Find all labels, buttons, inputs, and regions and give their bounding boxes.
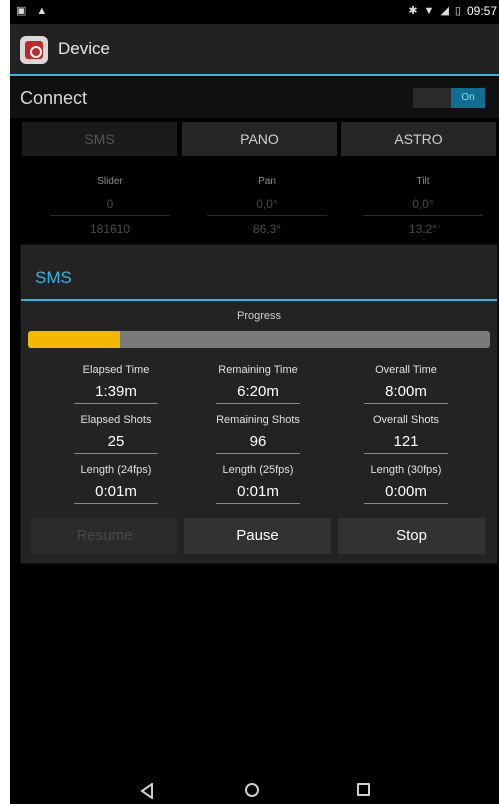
axis-value[interactable]: 0,0° [207,197,327,216]
stat-value: 0:01m [216,483,300,504]
axis-value-secondary: 86,3° [252,222,282,236]
mode-tabs: SMS PANO ASTRO [10,122,499,158]
connect-row: Connect On [10,78,499,118]
axis-pan: Pan 0,0° 86,3° [207,176,327,236]
action-bar: Device [10,24,499,76]
stat-remaining-shots: Remaining Shots 96 [183,414,333,454]
axis-name: Pan [258,176,276,187]
stat-value: 0:01m [74,483,158,504]
stat-label: Length (30fps) [370,464,442,476]
stat-length-30fps: Length (30fps) 0:00m [331,464,481,504]
action-bar-title: Device [58,39,110,58]
device-screen: ▣ ▲ ✱ ▼ ◢ ▯ 09:57 Device Connect On SMS … [10,0,499,804]
stat-elapsed-shots: Elapsed Shots 25 [41,414,191,454]
stat-value: 121 [364,433,448,454]
status-bar: ▣ ▲ ✱ ▼ ◢ ▯ 09:57 [10,0,499,24]
axis-readouts: Slider 0 181610 Pan 0,0° 86,3° Tilt 0,0°… [10,176,499,246]
app-logo-icon[interactable] [20,36,48,64]
stat-value: 0:00m [364,483,448,504]
stat-length-25fps: Length (25fps) 0:01m [183,464,333,504]
dialog-title: SMS [35,268,72,287]
tab-astro[interactable]: ASTRO [341,122,496,156]
stop-button[interactable]: Stop [338,518,485,554]
axis-value[interactable]: 0,0° [363,197,483,216]
home-icon[interactable] [245,783,259,797]
axis-name: Slider [97,176,123,187]
stat-overall-time: Overall Time 8:00m [331,364,481,404]
resume-button[interactable]: Resume [31,518,178,554]
battery-icon: ▯ [454,5,461,17]
stat-label: Elapsed Shots [80,414,152,426]
stat-label: Remaining Shots [216,414,300,426]
stat-overall-shots: Overall Shots 121 [331,414,481,454]
recents-icon[interactable] [357,783,370,796]
screenshot-icon: ▣ [16,5,27,17]
tab-sms[interactable]: SMS [22,122,177,156]
stat-label: Remaining Time [218,364,298,376]
stat-label: Length (24fps) [80,464,152,476]
wifi-icon: ▼ [423,5,435,17]
axis-value-secondary: 181610 [89,222,131,236]
dialog-header: SMS [21,245,497,301]
stat-remaining-time: Remaining Time 6:20m [183,364,333,404]
stat-value: 96 [216,433,300,454]
sms-progress-dialog: SMS Progress Elapsed Time 1:39m Remainin… [21,245,497,563]
axis-name: Tilt [416,176,430,187]
progress-bar [28,331,490,348]
connect-label: Connect [20,88,88,108]
status-time: 09:57 [466,4,497,18]
toggle-state-label: On [451,88,485,108]
tab-pano[interactable]: PANO [182,122,337,156]
stat-label: Overall Time [375,364,437,376]
stat-label: Overall Shots [372,414,440,426]
stat-elapsed-time: Elapsed Time 1:39m [41,364,191,404]
pause-button[interactable]: Pause [184,518,331,554]
progress-bar-fill [28,331,121,348]
axis-value[interactable]: 0 [50,197,170,216]
progress-label: Progress [236,310,282,322]
stat-label: Length (25fps) [222,464,294,476]
android-icon: ▲ [36,5,48,17]
back-icon[interactable] [140,782,154,804]
axis-tilt: Tilt 0,0° 13,2° [363,176,483,236]
bluetooth-icon: ✱ [408,5,418,17]
connect-toggle[interactable]: On [413,88,485,108]
axis-value-secondary: 13,2° [408,222,438,236]
stat-label: Elapsed Time [82,364,150,376]
stat-value: 6:20m [216,383,300,404]
stat-value: 25 [74,433,158,454]
dialog-buttons: Resume Pause Stop [31,518,487,554]
stat-value: 1:39m [74,383,158,404]
navigation-bar [10,780,499,804]
stat-length-24fps: Length (24fps) 0:01m [41,464,191,504]
signal-icon: ◢ [440,5,449,17]
stat-value: 8:00m [364,383,448,404]
axis-slider: Slider 0 181610 [50,176,170,236]
